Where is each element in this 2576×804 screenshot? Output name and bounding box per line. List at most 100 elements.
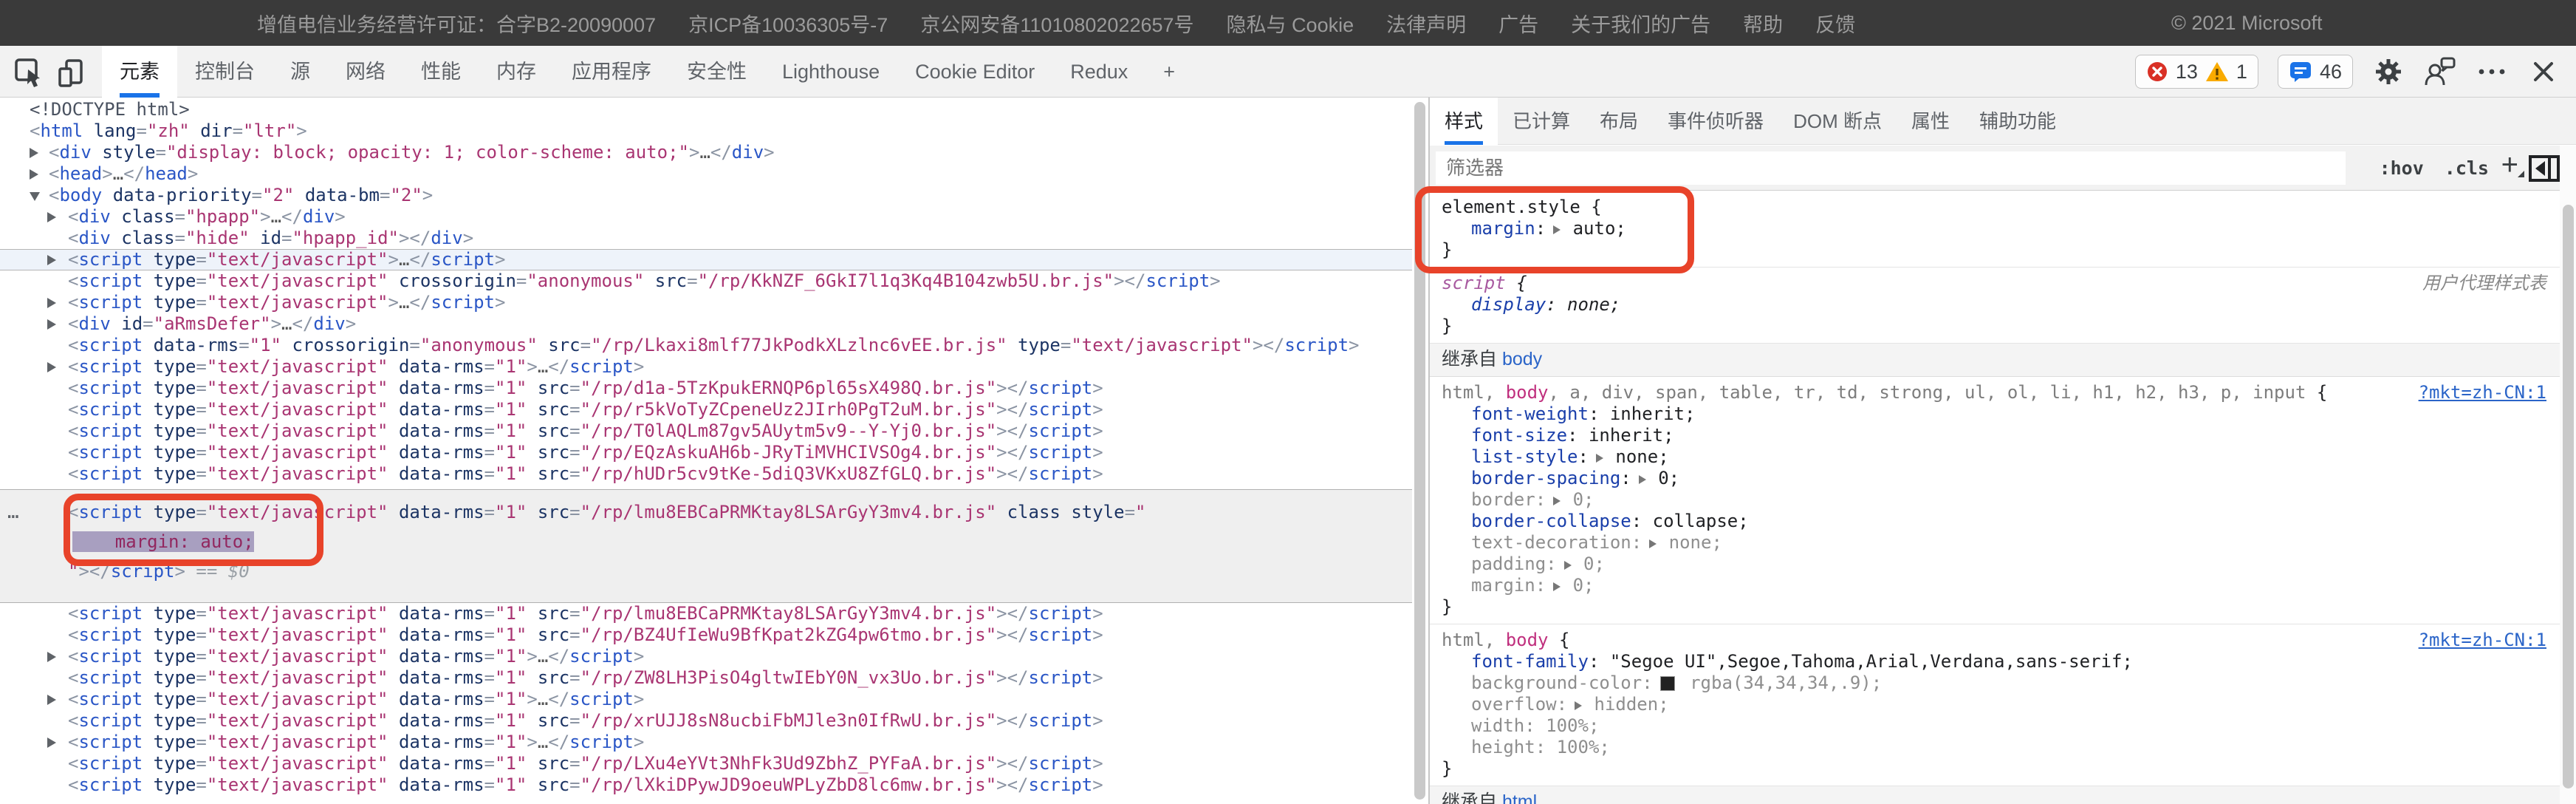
- dom-row[interactable]: … <script type="text/javascript" data-rms…: [0, 489, 1412, 527]
- tab-performance[interactable]: 性能: [403, 46, 479, 98]
- collapse-arrow-icon[interactable]: [30, 192, 40, 201]
- expand-arrow-icon[interactable]: [30, 169, 38, 180]
- sidebar-toggle-icon[interactable]: [2529, 155, 2560, 185]
- toggle-element-state-button[interactable]: :hov: [2380, 157, 2424, 179]
- footer-link[interactable]: 京公网安备11010802022657号: [920, 9, 1193, 38]
- inspect-element-icon[interactable]: [13, 57, 46, 89]
- styles-tab-dom-breakpoints[interactable]: DOM 断点: [1778, 98, 1897, 145]
- expand-longhand-icon[interactable]: [1575, 701, 1583, 710]
- dom-row[interactable]: <body data-priority="2" data-bm="2">: [0, 185, 1412, 206]
- expand-arrow-icon[interactable]: [47, 695, 56, 705]
- dom-row[interactable]: <!DOCTYPE html>: [0, 99, 1412, 120]
- tab-console[interactable]: 控制台: [177, 46, 273, 98]
- dom-row[interactable]: <div class="hpapp">…</div>: [0, 206, 1412, 228]
- tab-sources[interactable]: 源: [273, 46, 328, 98]
- tab-cookie-editor[interactable]: Cookie Editor: [897, 46, 1052, 98]
- footer-link[interactable]: 广告: [1498, 9, 1538, 38]
- stylesheet-source-link[interactable]: ?mkt=zh-CN:1: [2419, 630, 2546, 651]
- styles-tab-layout[interactable]: 布局: [1585, 98, 1653, 145]
- footer-link[interactable]: 帮助: [1743, 9, 1783, 38]
- tab-more-tabs[interactable]: +: [1145, 46, 1193, 98]
- styles-scrollbar-thumb[interactable]: [2563, 205, 2574, 788]
- expand-arrow-icon[interactable]: [47, 298, 56, 308]
- styles-filter-input[interactable]: [1436, 151, 2346, 185]
- css-property[interactable]: border-collapse: collapse;: [1442, 511, 2548, 532]
- tab-network[interactable]: 网络: [328, 46, 403, 98]
- toggle-element-state-button[interactable]: .cls: [2445, 157, 2489, 179]
- dom-row[interactable]: <script type="text/javascript" data-rms=…: [0, 420, 1412, 442]
- dom-row[interactable]: <script type="text/javascript" data-rms=…: [0, 463, 1412, 485]
- dom-row[interactable]: <html lang="zh" dir="ltr">: [0, 120, 1412, 142]
- css-property[interactable]: margin: 0;: [1442, 575, 2548, 596]
- dom-tree-scrollbar-thumb[interactable]: [1414, 102, 1425, 800]
- inherited-node-link[interactable]: body: [1502, 349, 1542, 369]
- css-property[interactable]: padding: 0;: [1442, 553, 2548, 575]
- expand-arrow-icon[interactable]: [47, 212, 56, 222]
- dom-row[interactable]: <script type="text/javascript" data-rms=…: [0, 624, 1412, 646]
- css-property[interactable]: border: 0;: [1442, 489, 2548, 511]
- rule-selector[interactable]: element.style {: [1442, 197, 2548, 218]
- overflow-menu-icon[interactable]: …: [7, 497, 21, 527]
- dom-row[interactable]: <script data-rms="1" crossorigin="anonym…: [0, 335, 1412, 356]
- css-property[interactable]: background-color: rgba(34,34,34,.9);: [1442, 672, 2548, 694]
- expand-arrow-icon[interactable]: [47, 319, 56, 330]
- rule-selector[interactable]: script {: [1442, 273, 2548, 294]
- rule-selector[interactable]: html, body, a, div, span, table, tr, td,…: [1442, 382, 2548, 403]
- dom-row[interactable]: <script type="text/javascript" crossorig…: [0, 270, 1412, 292]
- more-options-icon[interactable]: [2476, 55, 2508, 88]
- css-property[interactable]: list-style: none;: [1442, 446, 2548, 468]
- close-devtools-icon[interactable]: [2527, 55, 2560, 88]
- settings-gear-icon[interactable]: [2372, 55, 2405, 88]
- css-property[interactable]: width: 100%;: [1442, 715, 2548, 737]
- dom-row[interactable]: <div style="display: block; opacity: 1; …: [0, 142, 1412, 163]
- expand-longhand-icon[interactable]: [1595, 454, 1603, 463]
- send-feedback-icon[interactable]: [2424, 55, 2456, 88]
- dom-row[interactable]: <script type="text/javascript" data-rms=…: [0, 646, 1412, 667]
- tab-lighthouse[interactable]: Lighthouse: [764, 46, 897, 98]
- expand-longhand-icon[interactable]: [1638, 475, 1646, 484]
- css-property[interactable]: font-size: inherit;: [1442, 425, 2548, 446]
- css-property[interactable]: margin: auto;: [1442, 218, 2548, 239]
- expand-arrow-icon[interactable]: [30, 148, 38, 158]
- rule-selector[interactable]: html, body {: [1442, 630, 2548, 651]
- device-toolbar-icon[interactable]: [56, 57, 89, 89]
- css-property[interactable]: height: 100%;: [1442, 737, 2548, 758]
- dom-row[interactable]: <script type="text/javascript" data-rms=…: [0, 732, 1412, 753]
- footer-link[interactable]: 反馈: [1815, 9, 1855, 38]
- expand-arrow-icon[interactable]: [47, 255, 56, 265]
- dom-row[interactable]: <div class="hide" id="hpapp_id"></div>: [0, 228, 1412, 249]
- dom-row[interactable]: <div id="aRmsDefer">…</div>: [0, 313, 1412, 335]
- dom-row[interactable]: <script type="text/javascript" data-rms=…: [0, 667, 1412, 689]
- inherited-node-link[interactable]: html: [1502, 791, 1537, 804]
- css-property[interactable]: font-weight: inherit;: [1442, 403, 2548, 425]
- dom-row[interactable]: <script type="text/javascript" data-rms=…: [0, 689, 1412, 710]
- issues-badge[interactable]: 46: [2277, 55, 2353, 89]
- expand-longhand-icon[interactable]: [1553, 582, 1561, 591]
- tab-redux[interactable]: Redux: [1052, 46, 1145, 98]
- css-property[interactable]: border-spacing: 0;: [1442, 468, 2548, 489]
- tab-elements[interactable]: 元素: [102, 46, 177, 98]
- color-swatch[interactable]: [1659, 676, 1675, 691]
- css-property[interactable]: display: none;: [1442, 294, 2548, 316]
- dom-row[interactable]: <script type="text/javascript" data-rms=…: [0, 399, 1412, 420]
- dom-row[interactable]: <script type="text/javascript">…</script…: [0, 292, 1412, 313]
- footer-link[interactable]: 关于我们的广告: [1571, 9, 1710, 38]
- tab-memory[interactable]: 内存: [479, 46, 554, 98]
- dom-row[interactable]: "></script> == $0: [0, 556, 1412, 603]
- expand-longhand-icon[interactable]: [1553, 225, 1561, 234]
- styles-tab-computed[interactable]: 已计算: [1498, 98, 1585, 145]
- dom-row[interactable]: margin: auto;: [0, 527, 1412, 556]
- dom-row[interactable]: <script type="text/javascript" data-rms=…: [0, 442, 1412, 463]
- new-style-rule-button[interactable]: +: [2501, 149, 2525, 182]
- footer-link[interactable]: 隐私与 Cookie: [1227, 9, 1354, 38]
- footer-link[interactable]: 京ICP备10036305号-7: [688, 9, 888, 38]
- styles-tab-styles[interactable]: 样式: [1430, 98, 1498, 145]
- dom-row[interactable]: <script type="text/javascript" data-rms=…: [0, 753, 1412, 774]
- expand-longhand-icon[interactable]: [1649, 539, 1657, 548]
- css-property[interactable]: font-family: "Segoe UI",Segoe,Tahoma,Ari…: [1442, 651, 2548, 672]
- dom-row[interactable]: <script type="text/javascript" data-rms=…: [0, 603, 1412, 624]
- expand-arrow-icon[interactable]: [47, 362, 56, 372]
- expand-longhand-icon[interactable]: [1553, 497, 1561, 505]
- styles-tab-accessibility[interactable]: 辅助功能: [1964, 98, 2071, 145]
- stylesheet-source-link[interactable]: ?mkt=zh-CN:1: [2419, 382, 2546, 403]
